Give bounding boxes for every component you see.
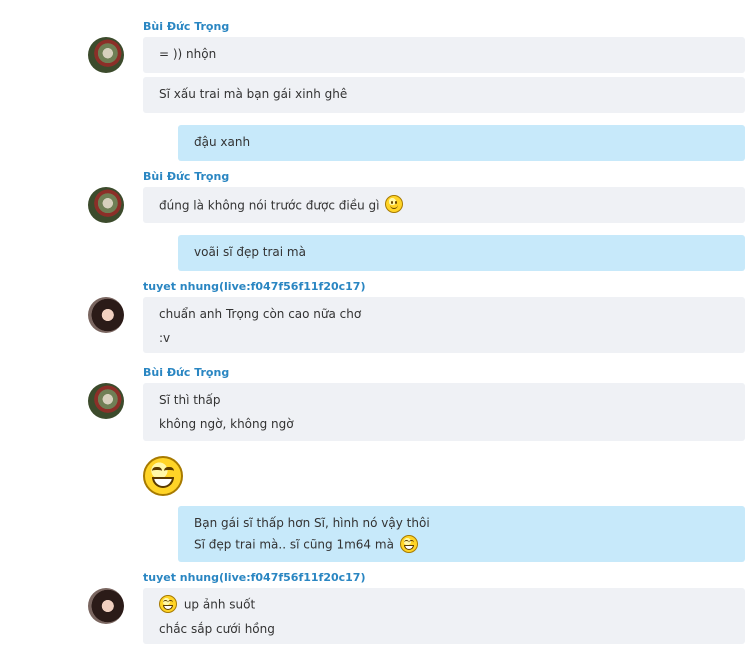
laugh-icon — [399, 535, 418, 553]
sender-name[interactable]: Bùi Đức Trọng — [143, 366, 229, 379]
chat-conversation[interactable]: Bùi Đức Trọng = )) nhộn Sĩ xấu trai mà b… — [0, 0, 745, 672]
message-text-row: đúng là không nói trước được điều gì — [159, 195, 404, 215]
message-text: Sĩ đẹp trai mà.. sĩ cũng 1m64 mà — [194, 537, 394, 552]
laugh-icon — [143, 456, 183, 496]
message-bubble[interactable]: = )) nhộn — [143, 37, 745, 73]
message-text: Bạn gái sĩ thấp hơn Sĩ, hình nó vậy thôi — [194, 516, 430, 530]
message-text: chuẩn anh Trọng còn cao nữa chơ — [159, 307, 362, 321]
message-text: đậu xanh — [194, 135, 251, 149]
message-bubble[interactable]: up ảnh suốt chắc sắp cưới hồng — [143, 588, 745, 644]
sender-name[interactable]: Bùi Đức Trọng — [143, 20, 229, 33]
avatar[interactable] — [88, 187, 124, 223]
message-text: = )) nhộn — [159, 47, 217, 61]
message-bubble[interactable]: đúng là không nói trước được điều gì — [143, 187, 745, 223]
outgoing-message-bubble[interactable]: đậu xanh — [178, 125, 745, 161]
message-bubble[interactable]: Sĩ thì thấp không ngờ, không ngờ — [143, 383, 745, 441]
outgoing-message-bubble[interactable]: voãi sĩ đẹp trai mà — [178, 235, 745, 271]
message-text: chắc sắp cưới hồng — [159, 622, 275, 636]
message-bubble[interactable]: Sĩ xấu trai mà bạn gái xinh ghê — [143, 77, 745, 113]
outgoing-message-bubble[interactable]: Bạn gái sĩ thấp hơn Sĩ, hình nó vậy thôi… — [178, 506, 745, 562]
message-text: voãi sĩ đẹp trai mà — [194, 245, 306, 259]
avatar[interactable] — [88, 383, 124, 419]
laugh-icon — [159, 595, 177, 613]
smile-icon — [385, 195, 404, 213]
message-text: đúng là không nói trước được điều gì — [159, 198, 380, 213]
message-bubble[interactable]: chuẩn anh Trọng còn cao nữa chơ :v — [143, 297, 745, 353]
sender-name[interactable]: tuyet nhung(live:f047f56f11f20c17) — [143, 280, 366, 293]
message-text: :v — [159, 331, 171, 345]
sender-name[interactable]: Bùi Đức Trọng — [143, 170, 229, 183]
avatar[interactable] — [88, 297, 124, 333]
avatar[interactable] — [88, 588, 124, 624]
message-text-row: up ảnh suốt — [159, 595, 256, 614]
sender-name[interactable]: tuyet nhung(live:f047f56f11f20c17) — [143, 571, 366, 584]
message-text-row: Sĩ đẹp trai mà.. sĩ cũng 1m64 mà — [194, 535, 418, 554]
message-text: up ảnh suốt — [183, 597, 256, 612]
message-text: Sĩ xấu trai mà bạn gái xinh ghê — [159, 87, 348, 101]
avatar[interactable] — [88, 37, 124, 73]
message-text: không ngờ, không ngờ — [159, 417, 294, 431]
message-text: Sĩ thì thấp — [159, 393, 221, 407]
